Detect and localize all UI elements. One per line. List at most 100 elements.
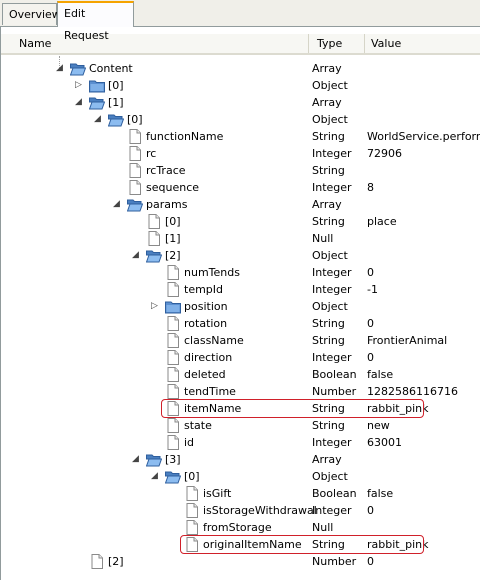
row-name: [0]	[184, 470, 200, 483]
tree-row[interactable]: isStorageWithdrawal Integer 0	[1, 502, 480, 519]
row-type: Integer	[312, 181, 352, 194]
tree-row[interactable]: rotation String 0	[1, 315, 480, 332]
row-value: 0	[367, 504, 374, 517]
collapse-toggle-icon[interactable]: ◢	[112, 200, 121, 209]
row-name: functionName	[146, 130, 224, 143]
row-name: className	[184, 334, 244, 347]
row-value: 0	[367, 555, 374, 568]
tree-row[interactable]: deleted Boolean false	[1, 366, 480, 383]
tree-row[interactable]: ▷ position Object	[1, 298, 480, 315]
tree-row[interactable]: tendTime Number 1282586116716	[1, 383, 480, 400]
row-type: Object	[312, 79, 348, 92]
row-name: [3]	[165, 453, 181, 466]
tree-row[interactable]: rc Integer 72906	[1, 145, 480, 162]
expand-toggle-icon[interactable]: ▷	[150, 302, 159, 311]
file-icon	[184, 486, 200, 501]
row-value: 1282586116716	[367, 385, 458, 398]
tab-bar: Overview Edit Request	[0, 0, 480, 42]
highlight-box	[161, 399, 424, 418]
row-value: WorldService.performAc	[367, 130, 480, 143]
row-name: numTends	[184, 266, 240, 279]
row-type: Number	[312, 385, 357, 398]
tree-row[interactable]: ◢ [2] Object	[1, 247, 480, 264]
column-header-value[interactable]: Value	[365, 34, 480, 53]
tree-row[interactable]: state String new	[1, 417, 480, 434]
tree-row[interactable]: ◢ Content Array	[1, 60, 480, 77]
row-name: position	[184, 300, 228, 313]
row-name: rotation	[184, 317, 228, 330]
tree-row[interactable]: ◢ [0] Object	[1, 111, 480, 128]
tree-row[interactable]: [0] String place	[1, 213, 480, 230]
tab-overview[interactable]: Overview	[2, 3, 61, 25]
row-type: String	[312, 130, 345, 143]
row-value	[367, 111, 480, 128]
row-type: Null	[312, 521, 334, 534]
file-icon	[165, 265, 181, 280]
file-icon	[146, 231, 162, 246]
row-value: 63001	[367, 436, 402, 449]
row-name: Content	[89, 62, 133, 75]
column-header-type[interactable]: Type	[309, 34, 365, 53]
tree-row[interactable]: [1] Null	[1, 230, 480, 247]
tree-row[interactable]: ◢ [1] Array	[1, 94, 480, 111]
row-name: [2]	[108, 555, 124, 568]
tree-row[interactable]: sequence Integer 8	[1, 179, 480, 196]
row-value: 0	[367, 266, 374, 279]
tree-row[interactable]: numTends Integer 0	[1, 264, 480, 281]
row-type: Number	[312, 555, 357, 568]
collapse-toggle-icon[interactable]: ◢	[131, 455, 140, 464]
tree-row[interactable]: functionName String WorldService.performAc	[1, 128, 480, 145]
tree-row[interactable]: ◢ [0] Object	[1, 468, 480, 485]
file-icon	[165, 282, 181, 297]
file-icon	[184, 503, 200, 518]
row-name: rc	[146, 147, 157, 160]
tree-row[interactable]: className String FrontierAnimal	[1, 332, 480, 349]
row-value: -1	[367, 283, 378, 296]
file-icon	[165, 435, 181, 450]
folder-icon	[165, 299, 181, 314]
tree-row[interactable]: ▷ [0] Object	[1, 77, 480, 94]
expand-toggle-icon[interactable]: ▷	[74, 81, 83, 90]
tree-row[interactable]: tempId Integer -1	[1, 281, 480, 298]
tree-row[interactable]: id Integer 63001	[1, 434, 480, 451]
collapse-toggle-icon[interactable]: ◢	[55, 64, 64, 73]
tree-row[interactable]: rcTrace String	[1, 162, 480, 179]
tab-edit-request[interactable]: Edit Request	[57, 1, 134, 42]
tree-row[interactable]: ◢ params Array	[1, 196, 480, 213]
row-type: Object	[312, 300, 348, 313]
row-value: place	[367, 215, 397, 228]
collapse-toggle-icon[interactable]: ◢	[150, 472, 159, 481]
row-name: isGift	[203, 487, 232, 500]
row-value: false	[367, 487, 394, 500]
collapse-toggle-icon[interactable]: ◢	[74, 98, 83, 107]
file-icon	[127, 163, 143, 178]
row-type: Integer	[312, 504, 352, 517]
row-type: Integer	[312, 283, 352, 296]
tree-row[interactable]: direction Integer 0	[1, 349, 480, 366]
folder-open-icon	[88, 95, 106, 110]
row-value: 0	[367, 351, 374, 364]
row-value: false	[367, 368, 394, 381]
row-value: 0	[367, 317, 374, 330]
file-icon	[165, 367, 181, 382]
row-value	[367, 451, 480, 468]
row-type: Boolean	[312, 487, 357, 500]
file-icon	[165, 316, 181, 331]
row-type: Object	[312, 470, 348, 483]
row-name: state	[184, 419, 212, 432]
tree-row[interactable]: ◢ [3] Array	[1, 451, 480, 468]
row-value	[367, 162, 480, 179]
collapse-toggle-icon[interactable]: ◢	[131, 251, 140, 260]
column-header-name[interactable]: Name	[1, 34, 309, 53]
collapse-toggle-icon[interactable]: ◢	[93, 115, 102, 124]
row-type: Array	[312, 453, 342, 466]
tree-row[interactable]: fromStorage Null	[1, 519, 480, 536]
tree-row[interactable]: isGift Boolean false	[1, 485, 480, 502]
row-type: String	[312, 164, 345, 177]
row-type: Integer	[312, 147, 352, 160]
tree-row[interactable]: [2] Number 0	[1, 553, 480, 570]
tree-view[interactable]: ◢ Content Array ▷ [0] Object ◢ [1] Array ◢ [0] Obje…	[1, 26, 480, 580]
row-type: String	[312, 334, 345, 347]
file-icon	[89, 554, 105, 569]
row-name: tempId	[184, 283, 224, 296]
